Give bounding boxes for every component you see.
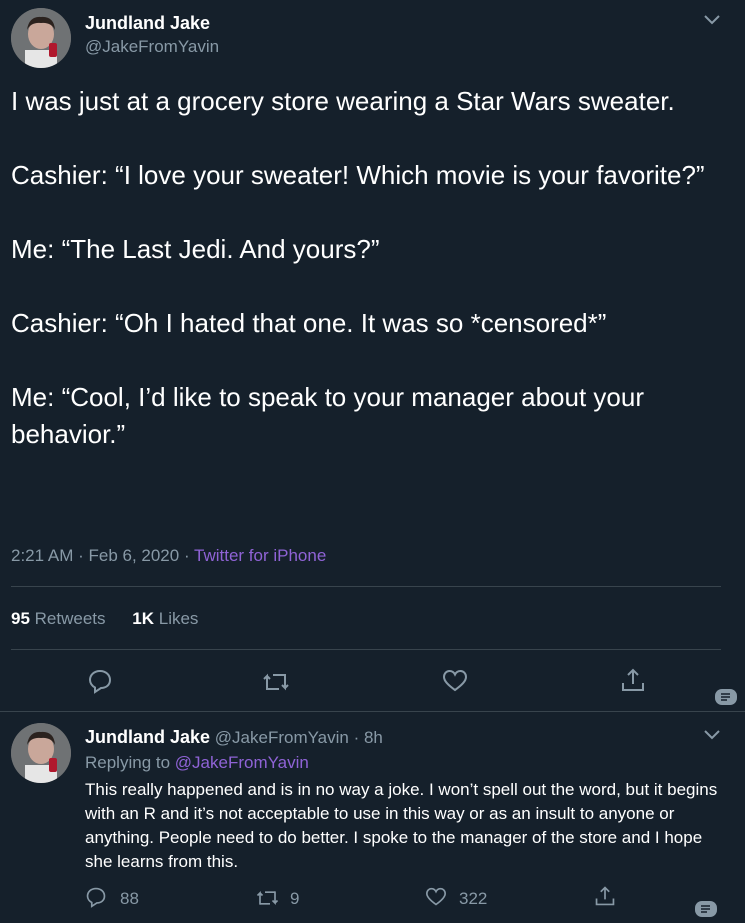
divider [11,649,721,650]
likes-stat[interactable]: 1K Likes [132,609,198,628]
author-avatar[interactable] [11,8,71,68]
reply-comment-badge-icon [695,901,717,917]
reply-text: This really happened and is in no way a … [85,780,718,871]
reply-icon[interactable] [87,668,113,694]
reply-retweet-count: 9 [290,889,300,908]
retweets-stat[interactable]: 95 Retweets [11,609,106,628]
reply-like-count: 322 [459,889,488,908]
author-handle[interactable]: @JakeFromYavin [85,37,219,57]
divider [0,711,745,712]
tweet-meta: 2:21 AM · Feb 6, 2020 · Twitter for iPho… [11,546,326,566]
tweet-text: I was just at a grocery store wearing a … [11,86,705,449]
tweet-timestamp[interactable]: 2:21 AM · Feb 6, 2020 · [11,546,194,565]
replying-to-line: Replying to @JakeFromYavin [85,753,309,773]
reply-reply-count: 88 [120,889,139,908]
author-name[interactable]: Jundland Jake [85,13,210,34]
reply-like-icon[interactable] [425,887,447,907]
reply-share-icon[interactable] [594,885,616,907]
tweet-source-link[interactable]: Twitter for iPhone [194,546,326,565]
share-icon[interactable] [620,667,646,693]
reply-author-name[interactable]: Jundland Jake [85,727,210,747]
reply-author-handle[interactable]: @JakeFromYavin · 8h [215,728,383,747]
reply-retweet-icon[interactable] [255,888,280,908]
comment-badge-icon [715,689,737,705]
tweet-stats: 95 Retweets 1K Likes [11,609,198,629]
retweet-icon[interactable] [261,670,291,694]
divider [11,586,721,587]
reply-reply-icon[interactable] [85,886,107,908]
like-icon[interactable] [442,669,468,693]
reply-chevron-down-icon[interactable] [703,728,721,742]
replying-to-prefix: Replying to [85,753,175,772]
reply-author-avatar[interactable] [11,723,71,783]
chevron-down-icon[interactable] [703,13,721,27]
replying-to-link[interactable]: @JakeFromYavin [175,753,309,772]
reply-header: Jundland Jake @JakeFromYavin · 8h [85,727,383,748]
